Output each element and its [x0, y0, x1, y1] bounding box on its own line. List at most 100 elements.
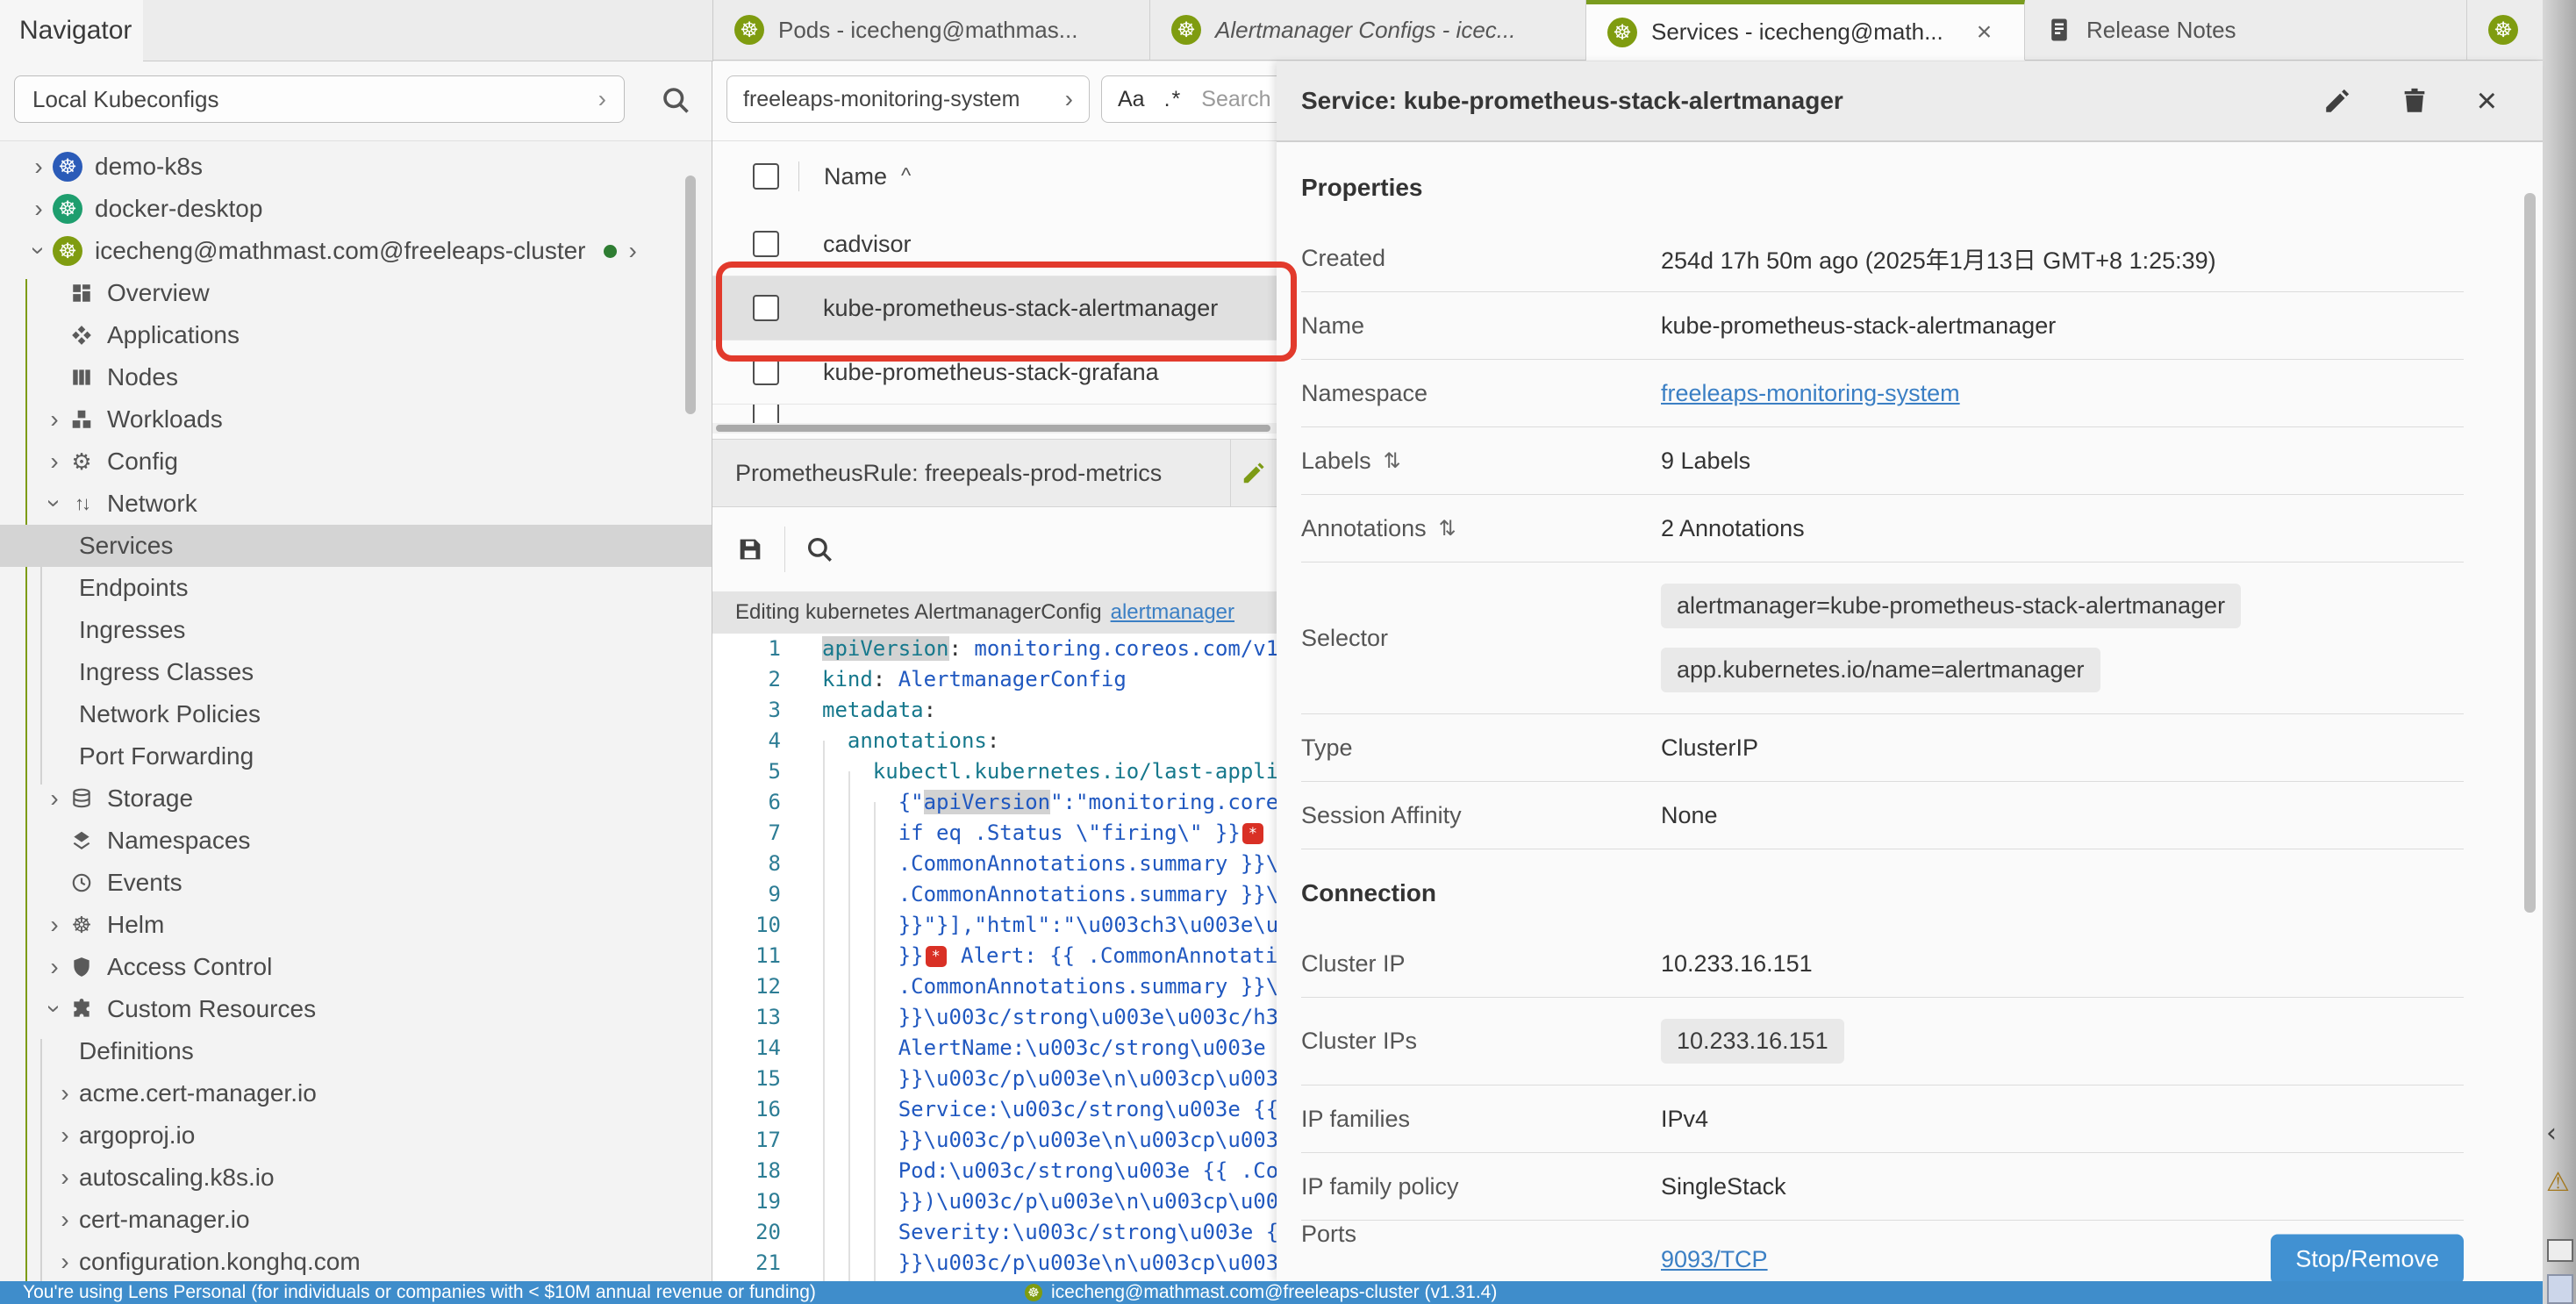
- select-all-checkbox[interactable]: [753, 163, 779, 190]
- sidebar-item-events[interactable]: Events: [0, 862, 712, 904]
- edit-icon[interactable]: [1231, 460, 1277, 486]
- namespace-select[interactable]: freeleaps-monitoring-system ›: [726, 75, 1090, 123]
- chevron-icon[interactable]: ›: [61, 1206, 68, 1234]
- chevron-right-icon[interactable]: ›: [629, 237, 637, 265]
- sidebar-scrollbar[interactable]: [685, 176, 696, 414]
- sidebar-item-cert-manager-io[interactable]: ›cert-manager.io: [0, 1199, 712, 1241]
- editing-object-link[interactable]: alertmanager: [1111, 600, 1234, 625]
- property-value: None: [1661, 802, 1718, 828]
- port-link[interactable]: 9093/TCP: [1661, 1246, 1768, 1273]
- service-row-cadvisor[interactable]: cadvisor: [712, 212, 1277, 276]
- chevron-icon[interactable]: ›: [40, 1005, 68, 1013]
- sidebar-item-ingress-classes[interactable]: Ingress Classes: [0, 651, 712, 693]
- code-line-15: }}\u003c/p\u003e\n\u003cp\u003e\u003cstr…: [822, 1064, 1277, 1094]
- chevron-icon[interactable]: ›: [50, 953, 58, 981]
- property-value: 254d 17h 50m ago (2025年1月13日 GMT+8 1:25:…: [1661, 247, 2216, 274]
- search-icon[interactable]: [805, 534, 834, 564]
- lens-app-window: Navigator ☸Pods - icecheng@mathmas...☸Al…: [0, 0, 2576, 1304]
- sidebar-item-docker-desktop[interactable]: ›☸docker-desktop: [0, 188, 712, 230]
- chevron-icon[interactable]: ›: [50, 785, 58, 813]
- chevron-icon[interactable]: ›: [40, 499, 68, 507]
- service-detail-panel: Service: kube-prometheus-stack-alertmana…: [1277, 61, 2543, 1281]
- sidebar-item-applications[interactable]: Applications: [0, 314, 712, 356]
- sidebar-item-custom-resources[interactable]: ›Custom Resources: [0, 988, 712, 1030]
- sidebar-item-definitions[interactable]: Definitions: [0, 1030, 712, 1072]
- sidebar-item-autoscaling-k8s-io[interactable]: ›autoscaling.k8s.io: [0, 1157, 712, 1199]
- row-checkbox[interactable]: [753, 359, 779, 385]
- chevron-icon[interactable]: ›: [61, 1164, 68, 1192]
- sidebar-item-services[interactable]: Services: [0, 525, 712, 567]
- row-checkbox[interactable]: [753, 231, 779, 257]
- sidebar-item-argoproj-io[interactable]: ›argoproj.io: [0, 1114, 712, 1157]
- sidebar-item-demo-k8s[interactable]: ›☸demo-k8s: [0, 146, 712, 188]
- property-value: SingleStack: [1661, 1173, 1786, 1200]
- save-icon[interactable]: [735, 534, 765, 564]
- chevron-icon[interactable]: ›: [34, 153, 42, 181]
- sidebar-item-workloads[interactable]: ›Workloads: [0, 398, 712, 441]
- list-horizontal-scrollbar[interactable]: [712, 423, 1277, 433]
- editor-code[interactable]: apiVersion: monitoring.coreos.com/v1kind…: [822, 634, 1277, 1279]
- service-row-kube-prometheus-stack-grafana[interactable]: kube-prometheus-stack-grafana: [712, 340, 1277, 405]
- close-icon[interactable]: ×: [2477, 86, 2497, 116]
- sidebar-item-endpoints[interactable]: Endpoints: [0, 567, 712, 609]
- code-line-12: .CommonAnnotations.summary }}\u003c/stro…: [822, 971, 1277, 1002]
- code-line-3: metadata:: [822, 695, 1277, 726]
- tab-services-icecheng-math-[interactable]: ☸Services - icecheng@math...×: [1586, 0, 2025, 61]
- sidebar-item-ingresses[interactable]: Ingresses: [0, 609, 712, 651]
- tab-release-notes[interactable]: Release Notes: [2025, 0, 2467, 61]
- sidebar-item-configuration-konghq-com[interactable]: › configuration.konghq.com: [0, 1241, 712, 1281]
- chevron-icon[interactable]: ›: [61, 1248, 68, 1276]
- scrollbar-thumb[interactable]: [716, 425, 1270, 432]
- match-case-toggle[interactable]: Aa: [1118, 87, 1145, 112]
- sidebar-item-access-control[interactable]: ›Access Control: [0, 946, 712, 988]
- sidebar-item-config[interactable]: ›⚙Config: [0, 441, 712, 483]
- chevron-icon[interactable]: ›: [50, 405, 58, 433]
- sidebar-item-overview[interactable]: Overview: [0, 272, 712, 314]
- list-search-input[interactable]: Aa .* Search: [1101, 75, 1277, 123]
- property-label: Labels: [1301, 448, 1371, 475]
- service-row-kube-prometheus-stack-alertmanager[interactable]: kube-prometheus-stack-alertmanager: [712, 276, 1277, 340]
- sidebar-item-port-forwarding[interactable]: Port Forwarding: [0, 735, 712, 777]
- chevron-icon[interactable]: ›: [25, 247, 53, 254]
- sidebar-item-namespaces[interactable]: Namespaces: [0, 820, 712, 862]
- sidebar-item-storage[interactable]: ›Storage: [0, 777, 712, 820]
- edit-icon[interactable]: [2322, 86, 2352, 116]
- yaml-editor[interactable]: 123456789101112131415161718192021 apiVer…: [712, 634, 1277, 1281]
- sidebar-item-icecheng-mathmast-com-freeleaps-cluster[interactable]: ›☸icecheng@mathmast.com@freeleaps-cluste…: [0, 230, 712, 272]
- sidebar-item-nodes[interactable]: Nodes: [0, 356, 712, 398]
- sort-asc-icon[interactable]: ^: [901, 164, 911, 189]
- tab-alertmanager-configs-ice[interactable]: ☸Alertmanager Configs - icec...: [1150, 0, 1586, 61]
- sidebar-item-helm[interactable]: ›☸Helm: [0, 904, 712, 946]
- sidebar-item-network-policies[interactable]: Network Policies: [0, 693, 712, 735]
- sidebar-item-acme-cert-manager-io[interactable]: › acme.cert-manager.io: [0, 1072, 712, 1114]
- chevron-icon[interactable]: ›: [61, 1121, 68, 1150]
- list-toolbar: freeleaps-monitoring-system › Aa .* Sear…: [712, 61, 1277, 141]
- tab-pods-icecheng-mathmas-[interactable]: ☸Pods - icecheng@mathmas...: [713, 0, 1150, 61]
- regex-toggle[interactable]: .*: [1164, 87, 1183, 112]
- close-icon[interactable]: ×: [1977, 18, 1993, 47]
- stop-remove-button[interactable]: Stop/Remove: [2271, 1235, 2464, 1282]
- sidebar-item-network[interactable]: ›↑↓Network: [0, 483, 712, 525]
- namespace-select-value: freeleaps-monitoring-system: [743, 87, 1020, 112]
- kubeconfig-row: Local Kubeconfigs ›: [0, 61, 712, 141]
- kubeconfig-select[interactable]: Local Kubeconfigs ›: [14, 75, 625, 123]
- chevron-left-icon[interactable]: ‹: [2546, 1118, 2557, 1149]
- panel-scrollbar[interactable]: [2524, 193, 2536, 913]
- search-icon[interactable]: [660, 84, 691, 116]
- tab-partial[interactable]: ☸: [2467, 0, 2544, 61]
- chevron-icon[interactable]: ›: [61, 1079, 68, 1107]
- delete-icon[interactable]: [2400, 86, 2429, 116]
- events-icon: [68, 870, 95, 896]
- chevron-icon[interactable]: ›: [34, 195, 42, 223]
- name-column-header[interactable]: Name: [824, 163, 887, 190]
- chevron-icon[interactable]: ›: [50, 911, 58, 939]
- sidebar-item-label: configuration.konghq.com: [79, 1248, 361, 1276]
- row-checkbox[interactable]: [753, 295, 779, 321]
- namespace-link[interactable]: freeleaps-monitoring-system: [1661, 380, 1960, 406]
- tab-label: Services - icecheng@math...: [1651, 18, 1943, 46]
- chevron-icon[interactable]: ›: [50, 448, 58, 476]
- sort-toggle-icon[interactable]: ⇅: [1439, 516, 1456, 541]
- sort-toggle-icon[interactable]: ⇅: [1384, 448, 1401, 474]
- kubeconfig-select-value: Local Kubeconfigs: [32, 86, 218, 113]
- sidebar-item-label: acme.cert-manager.io: [79, 1079, 317, 1107]
